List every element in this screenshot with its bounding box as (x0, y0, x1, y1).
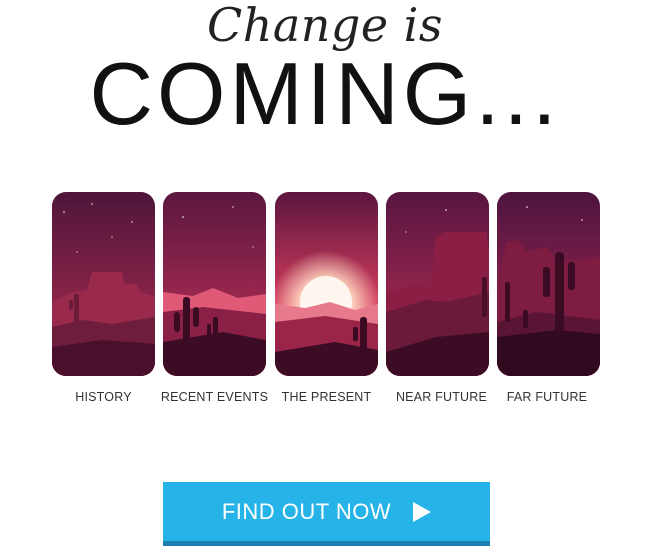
play-triangle-icon (413, 501, 432, 522)
desert-scene-history-image (52, 192, 155, 376)
panel-label-recent-events: RECENT EVENTS (160, 390, 269, 404)
main-title: COMING... (89, 44, 561, 143)
panel-label-near-future: NEAR FUTURE (395, 390, 488, 404)
panel-label-the-present: THE PRESENT (281, 390, 372, 404)
desert-scene-recent-events-image (163, 192, 266, 376)
panel-the-present[interactable] (275, 192, 378, 376)
desert-scene-far-future-image (497, 192, 600, 376)
find-out-now-button[interactable]: FIND OUT NOW (163, 482, 490, 546)
desert-scene-near-future-image (386, 192, 489, 376)
timeline-panels (0, 192, 650, 382)
panel-history[interactable] (52, 192, 155, 376)
panel-near-future[interactable] (386, 192, 489, 376)
find-out-now-label: FIND OUT NOW (221, 498, 392, 524)
panel-label-far-future: FAR FUTURE (506, 390, 588, 404)
panel-far-future[interactable] (497, 192, 600, 376)
desert-scene-the-present-image (275, 192, 378, 376)
panel-label-history: HISTORY (75, 390, 132, 404)
panel-recent-events[interactable] (163, 192, 266, 376)
